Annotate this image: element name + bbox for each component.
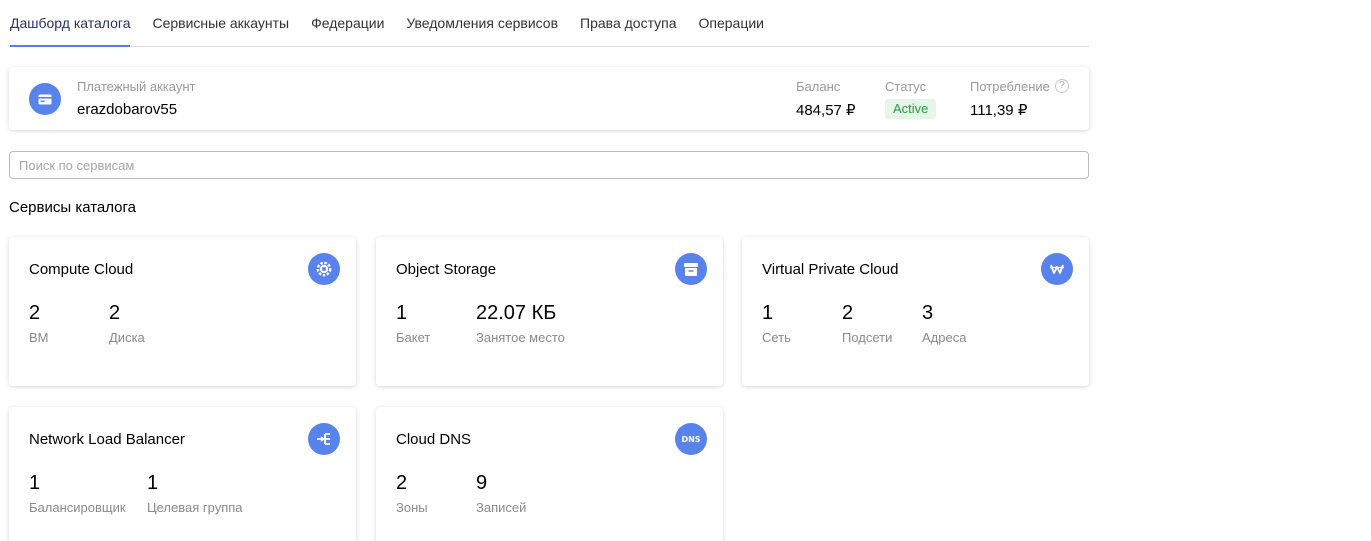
tab-access-rights[interactable]: Права доступа <box>580 0 676 46</box>
storage-box-icon <box>675 253 707 285</box>
status-badge: Active <box>885 99 937 119</box>
help-icon[interactable]: ? <box>1055 79 1069 93</box>
service-card-compute-cloud[interactable]: Compute Cloud 2 ВМ 2 Диска <box>9 237 356 386</box>
dns-icon: DNS <box>675 423 707 455</box>
metric-value: 2 <box>29 302 41 324</box>
section-title: Сервисы каталога <box>9 199 137 216</box>
tab-bar: Дашборд каталога Сервисные аккаунты Феде… <box>10 0 1089 47</box>
metric-value: 22.07 КБ <box>476 302 557 324</box>
service-title: Compute Cloud <box>29 261 134 278</box>
billing-account-name[interactable]: erazdobarov55 <box>77 101 177 118</box>
consumption-value: 111,39 ₽ <box>970 102 1028 119</box>
metric-records: 9 Записей <box>476 471 526 515</box>
dns-icon-text: DNS <box>681 434 701 444</box>
metric-value: 1 <box>29 472 41 494</box>
service-title: Network Load Balancer <box>29 431 185 448</box>
metric-label: ВМ <box>29 330 49 345</box>
metric-value: 1 <box>396 302 408 324</box>
balancer-icon <box>308 423 340 455</box>
metric-label: Целевая группа <box>147 500 243 515</box>
service-card-object-storage[interactable]: Object Storage 1 Бакет 22.07 КБ Занятое … <box>376 237 723 386</box>
metric-value: 9 <box>476 472 488 494</box>
metric-target-groups: 1 Целевая группа <box>147 471 243 515</box>
metric-value: 1 <box>147 472 159 494</box>
metric-buckets: 1 Бакет <box>396 301 430 345</box>
metric-label: Зоны <box>396 500 428 515</box>
billing-account-label: Платежный аккаунт <box>77 79 196 94</box>
metric-zones: 2 Зоны <box>396 471 428 515</box>
metric-value: 2 <box>109 302 121 324</box>
service-card-virtual-private-cloud[interactable]: Virtual Private Cloud 1 Сеть 2 Подсети 3… <box>742 237 1089 386</box>
metric-label: Балансировщик <box>29 500 126 515</box>
network-tree-icon <box>1041 253 1073 285</box>
metric-subnets: 2 Подсети <box>842 301 892 345</box>
consumption-label: Потребление <box>970 79 1050 94</box>
catalog-dashboard: Дашборд каталога Сервисные аккаунты Феде… <box>0 0 1371 541</box>
billing-account-card[interactable]: Платежный аккаунт erazdobarov55 Баланс 4… <box>9 67 1089 130</box>
service-title: Cloud DNS <box>396 431 472 448</box>
metric-label: Записей <box>476 500 527 515</box>
tab-federations[interactable]: Федерации <box>311 0 384 46</box>
metric-used-space: 22.07 КБ Занятое место <box>476 301 565 345</box>
metric-label: Занятое место <box>476 330 565 345</box>
metric-value: 2 <box>842 302 854 324</box>
tab-service-accounts[interactable]: Сервисные аккаунты <box>152 0 289 46</box>
credit-card-icon <box>29 83 61 115</box>
balance-label: Баланс <box>796 79 841 94</box>
gear-chip-icon <box>308 253 340 285</box>
search-input[interactable] <box>9 151 1089 179</box>
service-card-network-load-balancer[interactable]: Network Load Balancer 1 Балансировщик 1 … <box>9 407 356 541</box>
service-title: Object Storage <box>396 261 497 278</box>
tab-service-notifications[interactable]: Уведомления сервисов <box>406 0 558 46</box>
metric-value: 3 <box>922 302 934 324</box>
metric-value: 2 <box>396 472 408 494</box>
metric-label: Подсети <box>842 330 893 345</box>
metric-vms: 2 ВМ <box>29 301 49 345</box>
metric-balancers: 1 Балансировщик <box>29 471 126 515</box>
tab-operations[interactable]: Операции <box>699 0 765 46</box>
metric-label: Сеть <box>762 330 791 345</box>
metric-networks: 1 Сеть <box>762 301 791 345</box>
status-label: Статус <box>885 79 927 94</box>
service-card-cloud-dns[interactable]: Cloud DNS DNS 2 Зоны 9 Записей <box>376 407 723 541</box>
metric-label: Диска <box>109 330 145 345</box>
balance-value: 484,57 ₽ <box>796 102 856 119</box>
service-title: Virtual Private Cloud <box>762 261 899 278</box>
metric-value: 1 <box>762 302 774 324</box>
metric-label: Бакет <box>396 330 431 345</box>
metric-disks: 2 Диска <box>109 301 145 345</box>
tab-catalog-dashboard[interactable]: Дашборд каталога <box>10 0 131 47</box>
metric-label: Адреса <box>922 330 967 345</box>
metric-addresses: 3 Адреса <box>922 301 966 345</box>
